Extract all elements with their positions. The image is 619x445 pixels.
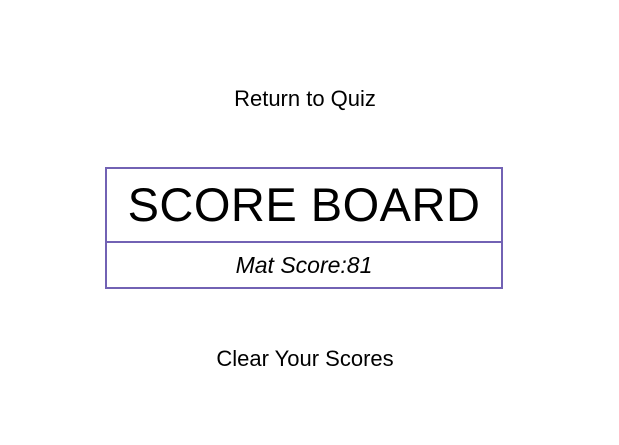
- scoreboard-panel: SCORE BOARD Mat Score:81: [105, 167, 503, 289]
- return-to-quiz-link[interactable]: Return to Quiz: [0, 86, 610, 112]
- scoreboard-page: Return to Quiz SCORE BOARD Mat Score:81 …: [0, 0, 619, 445]
- score-entry: Mat Score:81: [235, 252, 373, 278]
- scoreboard-title: SCORE BOARD: [107, 169, 501, 243]
- clear-scores-button[interactable]: Clear Your Scores: [0, 346, 610, 372]
